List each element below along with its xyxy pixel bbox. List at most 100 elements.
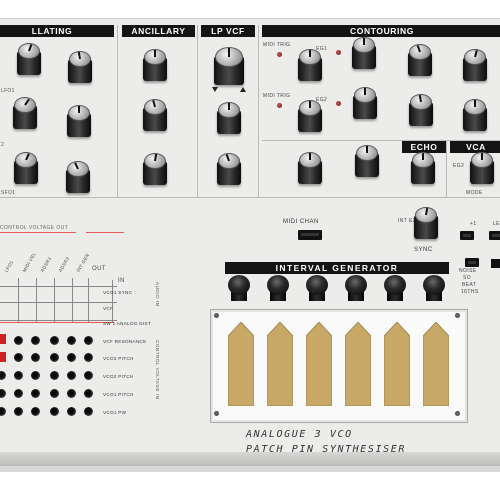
header-ancillary: ANCILLARY: [122, 25, 195, 37]
eg2-release-knob[interactable]: [463, 99, 487, 131]
row-label-analog-dist: SW 1 ANALOG DIST: [103, 321, 151, 326]
row-label-vcf-resonance: VCF RESONANCE: [103, 339, 147, 344]
divider-upper-lower: [0, 197, 500, 198]
le-switch[interactable]: [489, 231, 500, 240]
eg2-decay-knob[interactable]: [353, 87, 377, 119]
jack[interactable]: [67, 353, 76, 362]
jack[interactable]: [14, 407, 23, 416]
divider-echo-vca: [446, 141, 447, 197]
echo-time-knob[interactable]: [355, 145, 379, 177]
jack[interactable]: [67, 389, 76, 398]
jack[interactable]: [84, 353, 93, 362]
vco1-knob-a[interactable]: [17, 43, 41, 75]
interval-key-4[interactable]: [345, 275, 367, 295]
eg1-decay-knob[interactable]: [352, 37, 376, 69]
matrix-v-line-5: [88, 278, 89, 322]
jack[interactable]: [50, 407, 59, 416]
divider-anc-vcf: [197, 25, 198, 197]
vco1-knob-b[interactable]: [68, 51, 92, 83]
plus-one-switch[interactable]: [460, 231, 474, 240]
jack[interactable]: [31, 336, 40, 345]
side-switch[interactable]: [491, 259, 500, 268]
touch-pad-3[interactable]: [306, 322, 332, 406]
row-label-vco3-pitch: VCO3 PITCH: [103, 356, 134, 361]
eg1-sustain-knob[interactable]: [408, 44, 432, 76]
header-contouring: CONTOURING: [262, 25, 500, 37]
contour-extra-knob[interactable]: [298, 152, 322, 184]
divider-osc-anc: [117, 25, 118, 197]
jack[interactable]: [31, 407, 40, 416]
interval-key-5[interactable]: [384, 275, 406, 295]
interval-key-1[interactable]: [228, 275, 250, 295]
ancillary-knob-1[interactable]: [143, 49, 167, 81]
touch-pad-4[interactable]: [345, 322, 371, 406]
sync-label: SYNC: [414, 247, 433, 253]
jack[interactable]: [50, 353, 59, 362]
jack[interactable]: [50, 336, 59, 345]
matrix-in-line: [112, 280, 113, 322]
jack[interactable]: [31, 371, 40, 380]
touch-pad-1[interactable]: [228, 322, 254, 406]
jack[interactable]: [31, 353, 40, 362]
vco3-knob-a[interactable]: [14, 152, 38, 184]
sync-knob[interactable]: [414, 207, 438, 239]
touch-pad-5[interactable]: [384, 322, 410, 406]
cv-out-rule: [0, 232, 76, 233]
jack[interactable]: [50, 371, 59, 380]
so-label: SO: [463, 275, 472, 281]
midi-chan-switch[interactable]: [298, 230, 322, 240]
synth-panel-photo: LLATING ANCILLARY LP VCF CONTOURING ECHO…: [0, 0, 500, 500]
vca-knob[interactable]: [470, 152, 494, 184]
jack[interactable]: [67, 336, 76, 345]
screw-top-left: [214, 313, 219, 318]
vcf-knob-2[interactable]: [217, 102, 241, 134]
matrix-v-line-2: [36, 278, 37, 322]
lfo2-label: 2: [1, 142, 5, 148]
vco2-knob-b[interactable]: [67, 105, 91, 137]
interval-key-6[interactable]: [423, 275, 445, 295]
vcf-cutoff-knob[interactable]: [214, 47, 244, 85]
vca-mode-label: MODE: [466, 190, 483, 196]
midi-chan-label: MIDI CHAN: [283, 219, 319, 225]
jack[interactable]: [14, 389, 23, 398]
echo-level-knob[interactable]: [411, 152, 435, 184]
eg1-release-knob[interactable]: [463, 49, 487, 81]
jack[interactable]: [84, 336, 93, 345]
panel-title: ANALOGUE 3 VCO: [246, 429, 353, 440]
jack[interactable]: [67, 407, 76, 416]
eg2-sustain-knob[interactable]: [409, 94, 433, 126]
row-label-vco2-pitch: VCO2 PITCH: [103, 374, 134, 379]
eg1-attack-knob[interactable]: [298, 49, 322, 81]
touch-pad-6[interactable]: [423, 322, 449, 406]
cv-out-rule-right: [86, 232, 124, 233]
jack[interactable]: [31, 389, 40, 398]
sixteenths-label: 16THS: [461, 289, 479, 295]
vcf-knob-3[interactable]: [217, 153, 241, 185]
jack[interactable]: [84, 407, 93, 416]
jack[interactable]: [67, 371, 76, 380]
jack[interactable]: [84, 371, 93, 380]
divider-contour-echo: [262, 140, 500, 141]
midi-trig-label-1: MIDI TRIG: [263, 42, 291, 48]
vco3-knob-b[interactable]: [66, 161, 90, 193]
eg2-led: [336, 101, 341, 106]
cv-in-rule: [0, 322, 114, 323]
divider-vcf-contour: [258, 25, 259, 197]
interval-key-2[interactable]: [267, 275, 289, 295]
eg2-attack-knob[interactable]: [298, 100, 322, 132]
row-label-vco1-pw: VCO1 PW: [103, 410, 127, 415]
ancillary-knob-2[interactable]: [143, 99, 167, 131]
jack[interactable]: [84, 389, 93, 398]
jack[interactable]: [50, 389, 59, 398]
lfo1-label: LFO1: [1, 88, 15, 94]
cv-in-label: CONTROL VOLTAGE IN: [155, 340, 160, 400]
jack[interactable]: [14, 336, 23, 345]
jack[interactable]: [14, 371, 23, 380]
interval-key-3[interactable]: [306, 275, 328, 295]
noise-switch[interactable]: [465, 258, 479, 267]
ancillary-knob-3[interactable]: [143, 153, 167, 185]
touch-pad-2[interactable]: [267, 322, 293, 406]
vco2-knob-a[interactable]: [13, 97, 37, 129]
midi-trig-led-1: [277, 52, 282, 57]
jack[interactable]: [14, 353, 23, 362]
